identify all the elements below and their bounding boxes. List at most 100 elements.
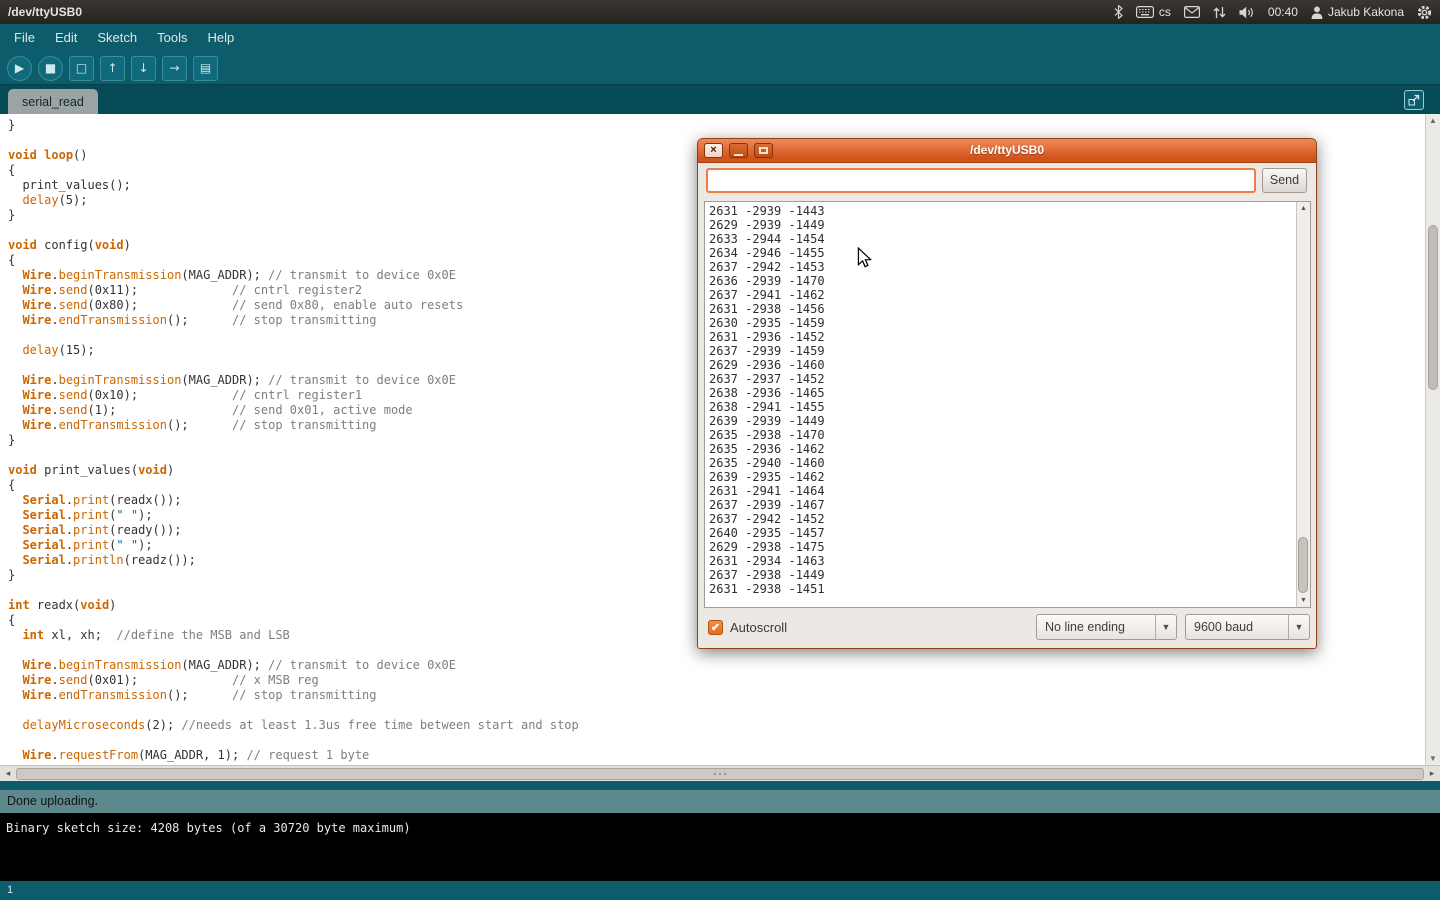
menu-edit[interactable]: Edit bbox=[45, 24, 87, 52]
mouse-cursor bbox=[857, 247, 872, 268]
horizontal-scrollbar-thumb[interactable] bbox=[16, 768, 1424, 780]
serial-output-line: 2631 -2936 -1452 bbox=[709, 330, 1294, 344]
user-name: Jakub Kakona bbox=[1328, 5, 1404, 19]
panel-indicators: cs 00:40 Jakub Kakona bbox=[1114, 5, 1432, 20]
minimize-icon bbox=[734, 154, 743, 156]
top-panel: /dev/ttyUSB0 cs 00:40 Jakub Kakona bbox=[0, 0, 1440, 24]
save-button[interactable]: ↓ bbox=[131, 56, 156, 81]
scroll-down-arrow-icon[interactable]: ▼ bbox=[1426, 752, 1440, 765]
serial-output-scrollbar[interactable]: ▲ ▼ bbox=[1296, 202, 1310, 607]
session-menu[interactable] bbox=[1417, 5, 1432, 20]
serial-send-input[interactable] bbox=[706, 168, 1256, 193]
check-icon: ✔ bbox=[711, 622, 720, 634]
serial-scroll-up-icon[interactable]: ▲ bbox=[1297, 202, 1310, 215]
window-title: /dev/ttyUSB0 bbox=[698, 139, 1316, 162]
open-button[interactable]: ↑ bbox=[100, 56, 125, 81]
line-ending-dropdown[interactable]: No line ending ▼ bbox=[1036, 614, 1177, 640]
serial-output-line: 2631 -2939 -1443 bbox=[709, 204, 1294, 218]
panel-window-title: /dev/ttyUSB0 bbox=[8, 5, 82, 19]
line-number-indicator: 1 bbox=[7, 884, 13, 896]
code-line[interactable]: Wire.endTransmission(); // stop transmit… bbox=[8, 688, 1420, 703]
serial-output-area[interactable]: 2631 -2939 -14432629 -2939 -14492633 -29… bbox=[704, 201, 1311, 608]
scroll-right-arrow-icon[interactable]: ▸ bbox=[1424, 766, 1440, 781]
baud-rate-dropdown[interactable]: 9600 baud ▼ bbox=[1185, 614, 1310, 640]
send-button[interactable]: Send bbox=[1262, 168, 1307, 193]
bluetooth-indicator[interactable] bbox=[1114, 5, 1123, 19]
user-menu[interactable]: Jakub Kakona bbox=[1311, 5, 1404, 19]
code-line[interactable]: Wire.requestFrom(MAG_ADDR, 1); // reques… bbox=[8, 748, 1420, 763]
window-controls: × bbox=[704, 143, 773, 158]
serial-scrollbar-thumb[interactable] bbox=[1298, 537, 1308, 593]
tab-menu-button[interactable] bbox=[1404, 90, 1424, 110]
serial-output-line: 2637 -2939 -1459 bbox=[709, 344, 1294, 358]
message-indicator[interactable] bbox=[1184, 6, 1200, 18]
serial-monitor-window: × /dev/ttyUSB0 Send 2631 -2939 -14432629… bbox=[697, 138, 1317, 649]
line-ending-value: No line ending bbox=[1045, 615, 1152, 639]
stop-button[interactable]: ■ bbox=[38, 56, 63, 81]
serial-monitor-button[interactable]: ▤ bbox=[193, 56, 218, 81]
menu-sketch[interactable]: Sketch bbox=[87, 24, 147, 52]
code-line[interactable] bbox=[8, 703, 1420, 718]
close-button[interactable]: × bbox=[704, 143, 723, 158]
new-sketch-icon: □ bbox=[76, 62, 87, 74]
verify-button[interactable]: ▶ bbox=[7, 56, 32, 81]
menu-bar: FileEditSketchToolsHelp bbox=[0, 24, 1440, 52]
code-line[interactable] bbox=[8, 733, 1420, 748]
menu-tools[interactable]: Tools bbox=[147, 24, 197, 52]
code-line[interactable]: } bbox=[8, 118, 1420, 133]
chevron-down-icon[interactable]: ▼ bbox=[1155, 615, 1176, 639]
open-icon: ↑ bbox=[107, 62, 117, 74]
serial-output-line: 2631 -2934 -1463 bbox=[709, 554, 1294, 568]
tab-serial-read[interactable]: serial_read bbox=[8, 89, 98, 114]
clock-text: 00:40 bbox=[1268, 5, 1298, 19]
volume-indicator[interactable] bbox=[1239, 6, 1255, 19]
status-text: Done uploading. bbox=[7, 794, 98, 808]
serial-monitor-controls: ✔ Autoscroll No line ending ▼ 9600 baud … bbox=[698, 606, 1316, 648]
serial-output-line: 2637 -2941 -1462 bbox=[709, 288, 1294, 302]
scroll-left-arrow-icon[interactable]: ◂ bbox=[0, 766, 16, 781]
editor-horizontal-scrollbar[interactable]: ◂ ▸ bbox=[0, 765, 1440, 781]
serial-output-line: 2637 -2942 -1453 bbox=[709, 260, 1294, 274]
serial-output-line: 2631 -2941 -1464 bbox=[709, 484, 1294, 498]
serial-output-line: 2635 -2938 -1470 bbox=[709, 428, 1294, 442]
keyboard-icon bbox=[1136, 6, 1154, 18]
keyboard-layout-indicator[interactable]: cs bbox=[1136, 5, 1171, 19]
scroll-up-arrow-icon[interactable]: ▲ bbox=[1426, 114, 1440, 127]
stop-icon: ■ bbox=[45, 62, 56, 74]
chevron-down-icon[interactable]: ▼ bbox=[1288, 615, 1309, 639]
network-indicator[interactable] bbox=[1213, 6, 1226, 19]
menu-file[interactable]: File bbox=[4, 24, 45, 52]
clock[interactable]: 00:40 bbox=[1268, 5, 1298, 19]
maximize-button[interactable] bbox=[754, 143, 773, 158]
bluetooth-icon bbox=[1114, 5, 1123, 19]
code-line[interactable]: delayMicroseconds(2); //needs at least 1… bbox=[8, 718, 1420, 733]
serial-output-line: 2637 -2937 -1452 bbox=[709, 372, 1294, 386]
upload-button[interactable]: → bbox=[162, 56, 187, 81]
code-line[interactable]: Wire.send(0x01); // x MSB reg bbox=[8, 673, 1420, 688]
popout-icon bbox=[1408, 94, 1420, 106]
serial-output-line: 2639 -2935 -1462 bbox=[709, 470, 1294, 484]
serial-output-line: 2631 -2938 -1451 bbox=[709, 582, 1294, 596]
menu-help[interactable]: Help bbox=[197, 24, 244, 52]
window-titlebar[interactable]: × /dev/ttyUSB0 bbox=[698, 139, 1316, 163]
separator-strip bbox=[0, 781, 1440, 790]
footer-bar: 1 bbox=[0, 881, 1440, 900]
serial-output-line: 2629 -2938 -1475 bbox=[709, 540, 1294, 554]
console-text: Binary sketch size: 4208 bytes (of a 307… bbox=[6, 821, 411, 835]
toolbar-buttons: ▶ ■ □ ↑ ↓→▤ bbox=[7, 56, 218, 81]
editor-vertical-scrollbar[interactable]: ▲ ▼ bbox=[1425, 114, 1440, 765]
editor-scrollbar-thumb[interactable] bbox=[1428, 225, 1438, 390]
serial-output-line: 2629 -2936 -1460 bbox=[709, 358, 1294, 372]
close-icon: × bbox=[710, 145, 716, 156]
autoscroll-checkbox[interactable]: ✔ bbox=[708, 620, 723, 635]
code-line[interactable]: Wire.beginTransmission(MAG_ADDR); // tra… bbox=[8, 658, 1420, 673]
screen: /dev/ttyUSB0 cs 00:40 Jakub Kakona bbox=[0, 0, 1440, 900]
serial-output-line: 2633 -2944 -1454 bbox=[709, 232, 1294, 246]
status-bar: Done uploading. bbox=[0, 790, 1440, 813]
serial-output-line: 2630 -2935 -1459 bbox=[709, 316, 1294, 330]
serial-output-line: 2634 -2946 -1455 bbox=[709, 246, 1294, 260]
keyboard-layout-code: cs bbox=[1159, 5, 1171, 19]
new-sketch-button[interactable]: □ bbox=[69, 56, 94, 81]
minimize-button[interactable] bbox=[729, 143, 748, 158]
build-console: Binary sketch size: 4208 bytes (of a 307… bbox=[0, 813, 1440, 881]
